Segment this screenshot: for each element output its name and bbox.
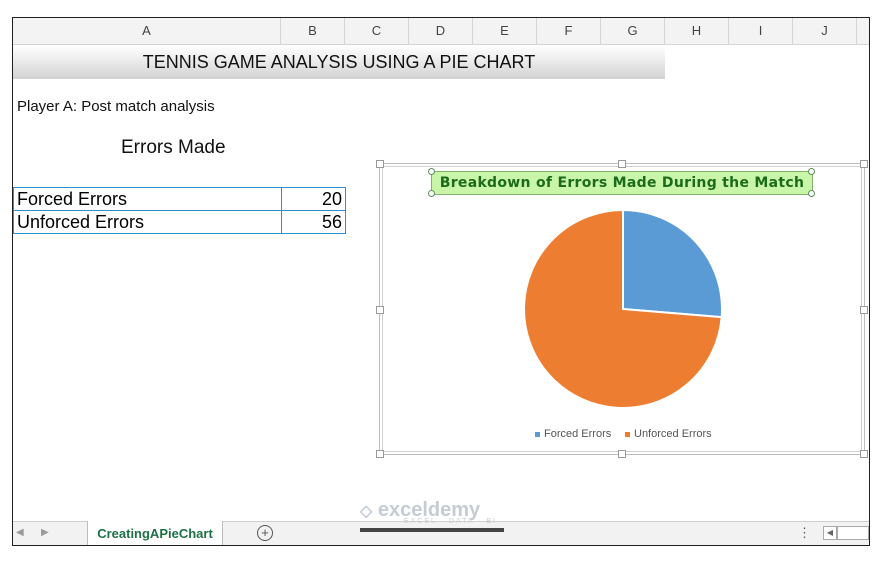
legend-label-forced: Forced Errors [544,428,612,440]
resize-handle-left[interactable] [376,306,384,314]
vertical-ellipsis-icon[interactable]: ⋮ [798,525,811,541]
pie-chart-object[interactable]: Breakdown of Errors Made During the Matc… [376,160,868,458]
title-handle-top-left[interactable] [428,168,435,175]
column-header-g[interactable]: G [601,18,665,44]
forced-errors-label-cell[interactable]: Forced Errors [13,187,282,211]
table-title-cell[interactable]: Errors Made [121,137,226,159]
errors-table: Forced Errors 20 Unforced Errors 56 [13,187,346,234]
column-header-bar: A B C D E F G H I J [13,18,869,45]
sheet-tab-creatingapiechart[interactable]: CreatingAPieChart [87,521,223,545]
title-handle-bottom-right[interactable] [808,190,815,197]
resize-handle-bottom[interactable] [618,450,626,458]
legend-swatch-forced [535,431,540,437]
column-header-j[interactable]: J [793,18,857,44]
column-header-i[interactable]: I [729,18,793,44]
spreadsheet-window: A B C D E F G H I J TENNIS GAME ANALYSIS… [12,17,870,546]
resize-handle-top[interactable] [618,160,626,168]
column-header-a[interactable]: A [13,18,281,44]
unforced-errors-label-cell[interactable]: Unforced Errors [13,210,282,234]
unforced-errors-value-cell[interactable]: 56 [281,210,346,234]
title-handle-bottom-left[interactable] [428,190,435,197]
column-header-c[interactable]: C [345,18,409,44]
resize-handle-right[interactable] [860,306,868,314]
column-header-f[interactable]: F [537,18,601,44]
column-header-b[interactable]: B [281,18,345,44]
triangle-left-icon[interactable]: ◀ [16,527,24,538]
watermark-tagline: EXCEL · DATA · BI [404,518,497,525]
title-banner[interactable]: TENNIS GAME ANALYSIS USING A PIE CHART [13,45,665,79]
chart-title[interactable]: Breakdown of Errors Made During the Matc… [431,171,813,195]
resize-handle-bottom-right[interactable] [860,450,868,458]
pie-plot [523,208,723,409]
horizontal-scrollbar[interactable]: ⋮ ◀ [798,525,869,541]
plus-circle-icon[interactable]: + [257,525,273,541]
forced-errors-value-cell[interactable]: 20 [281,187,346,211]
table-row: Forced Errors 20 [13,187,346,211]
table-row: Unforced Errors 56 [13,210,346,234]
watermark-bar [360,528,504,532]
resize-handle-top-left[interactable] [376,160,384,168]
column-header-e[interactable]: E [473,18,537,44]
exceldemy-watermark: ◇ exceldemy EXCEL · DATA · BI [360,499,504,532]
column-header-k[interactable] [857,18,869,44]
title-handle-top-right[interactable] [808,168,815,175]
resize-handle-bottom-left[interactable] [376,450,384,458]
subtitle-cell[interactable]: Player A: Post match analysis [17,98,215,115]
legend-swatch-unforced [625,431,630,437]
scrollbar-track[interactable] [837,526,869,540]
column-header-d[interactable]: D [409,18,473,44]
legend-label-unforced: Unforced Errors [634,428,712,440]
scroll-left-icon[interactable]: ◀ [823,526,837,540]
legend-item-forced[interactable]: Forced Errors [535,428,611,440]
resize-handle-top-right[interactable] [860,160,868,168]
legend-item-unforced[interactable]: Unforced Errors [625,428,712,440]
pie-slice-forced-errors[interactable] [622,208,723,319]
column-header-h[interactable]: H [665,18,729,44]
triangle-right-icon[interactable]: ▶ [41,527,49,538]
